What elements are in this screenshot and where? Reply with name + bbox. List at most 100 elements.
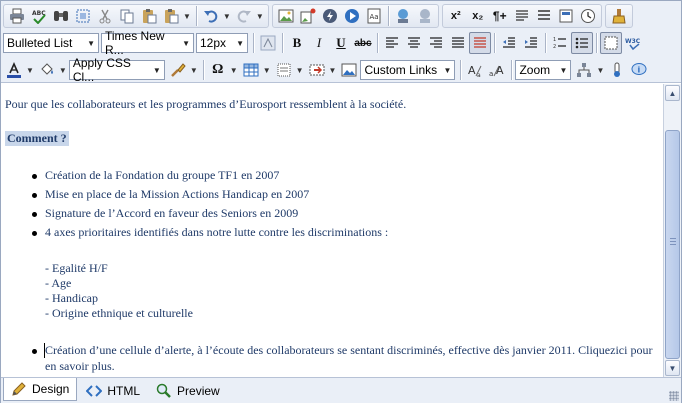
insert-form-element-button[interactable]	[273, 59, 295, 81]
bold-button[interactable]: B	[286, 32, 308, 54]
hyperlink-manager-button[interactable]	[392, 5, 414, 27]
paste-button[interactable]	[138, 5, 160, 27]
undo-button[interactable]	[200, 5, 222, 27]
insert-table-button[interactable]	[240, 59, 262, 81]
preview-mode-tab[interactable]: Preview	[149, 380, 227, 402]
scroll-up-button[interactable]: ▲	[665, 85, 680, 101]
print-button[interactable]	[6, 5, 28, 27]
separator	[494, 33, 495, 53]
separator	[511, 60, 513, 80]
select-all-button[interactable]	[72, 5, 94, 27]
flash-manager-button[interactable]	[319, 5, 341, 27]
xhtml-validator-button[interactable]: W3C	[622, 32, 644, 54]
format-block-button[interactable]	[533, 5, 555, 27]
editor-content[interactable]: Pour que les collaborateurs et les progr…	[1, 84, 663, 377]
html-mode-label: HTML	[107, 383, 141, 398]
convert-to-lower-button[interactable]: aA	[486, 59, 508, 81]
html-mode-tab[interactable]: HTML	[79, 380, 147, 402]
chevron-down-icon[interactable]: ▼	[190, 66, 198, 75]
new-paragraph-button[interactable]: ¶+	[489, 5, 511, 27]
italic-button[interactable]: I	[308, 32, 330, 54]
numbered-list-icon: 12	[553, 37, 566, 50]
background-color-button[interactable]	[36, 59, 58, 81]
sub-list-item: - Origine ethnique et culturelle	[45, 306, 193, 320]
chevron-down-icon[interactable]: ▼	[329, 66, 337, 75]
font-name-select[interactable]: Times New R... ▼	[101, 29, 194, 57]
justify-none-button[interactable]	[469, 32, 491, 54]
numbered-list-button[interactable]: 12	[549, 32, 571, 54]
scroll-down-button[interactable]: ▼	[665, 360, 680, 376]
zoom-select[interactable]: Zoom ▼	[515, 60, 572, 80]
foreground-color-button[interactable]	[3, 59, 25, 81]
font-size-select[interactable]: 12px ▼	[196, 33, 248, 53]
pilcrow-icon: ¶+	[492, 9, 507, 23]
find-button[interactable]	[50, 5, 72, 27]
custom-links-select[interactable]: Custom Links ▼	[360, 60, 456, 80]
link-globe-icon	[397, 9, 408, 23]
css-class-select[interactable]: Apply CSS Cl... ▼	[68, 56, 165, 84]
module-manager-button[interactable]	[555, 5, 577, 27]
remove-link-button[interactable]	[414, 5, 436, 27]
superscript-button[interactable]: x²	[445, 5, 467, 27]
chevron-down-icon[interactable]: ▼	[263, 66, 271, 75]
vertical-scrollbar[interactable]: ▲ ▼	[663, 84, 681, 377]
toolbar-row-1: ABC ▼ ▼ ▼ Aa x² x₂ ¶+	[3, 3, 636, 29]
cut-button[interactable]	[94, 5, 116, 27]
paragraph-format-button[interactable]	[511, 5, 533, 27]
design-mode-tab[interactable]: Design	[3, 378, 78, 401]
paste-options-button[interactable]	[160, 5, 182, 27]
chevron-down-icon[interactable]: ▼	[596, 66, 604, 75]
align-right-button[interactable]	[425, 32, 447, 54]
align-left-button[interactable]	[381, 32, 403, 54]
chevron-down-icon[interactable]: ▼	[230, 66, 238, 75]
insert-date-button[interactable]	[577, 5, 599, 27]
separator	[253, 33, 254, 53]
resize-grip-icon[interactable]	[669, 391, 679, 401]
paint-bucket-icon	[41, 63, 53, 75]
align-center-button[interactable]	[403, 32, 425, 54]
insert-symbol-button[interactable]: Ω	[207, 59, 229, 81]
form-element-icon	[277, 63, 291, 77]
chevron-down-icon[interactable]: ▼	[223, 12, 231, 21]
copy-button[interactable]	[116, 5, 138, 27]
page-properties-button[interactable]	[606, 59, 628, 81]
help-button[interactable]: i	[628, 59, 650, 81]
paragraph-style-select[interactable]: Bulleted List ▼	[3, 33, 99, 53]
help-bubble-icon: i	[631, 63, 647, 75]
pencil-icon	[12, 382, 26, 396]
image-manager-button[interactable]	[275, 5, 297, 27]
justify-button[interactable]	[447, 32, 469, 54]
convert-to-upper-button[interactable]: Aa	[464, 59, 486, 81]
chevron-down-icon[interactable]: ▼	[183, 12, 191, 21]
spellcheck-button[interactable]: ABC	[28, 5, 50, 27]
redo-icon	[237, 10, 251, 23]
list-item-continuation: en savoir plus.	[45, 359, 115, 373]
image-map-button[interactable]	[338, 59, 360, 81]
flash-icon	[322, 9, 337, 23]
indent-button[interactable]	[520, 32, 542, 54]
strikethrough-button[interactable]: abc	[352, 32, 374, 54]
text-caret	[44, 343, 45, 358]
format-stripper-button[interactable]	[608, 5, 630, 27]
template-manager-button[interactable]: Aa	[363, 5, 385, 27]
insert-snippet-button[interactable]	[306, 59, 328, 81]
chevron-down-icon[interactable]: ▼	[26, 66, 34, 75]
separator	[387, 6, 389, 26]
redo-button[interactable]	[233, 5, 255, 27]
chevron-down-icon[interactable]: ▼	[296, 66, 304, 75]
list-item: Création d’une cellule d’alerte, à l’éco…	[31, 343, 653, 357]
bulleted-list-button[interactable]	[571, 32, 593, 54]
format-brush-button[interactable]	[167, 59, 189, 81]
subscript-button[interactable]: x₂	[467, 5, 489, 27]
document-manager-button[interactable]	[297, 5, 319, 27]
scroll-thumb[interactable]	[665, 130, 680, 359]
real-font-size-button[interactable]	[257, 32, 279, 54]
media-manager-button[interactable]	[341, 5, 363, 27]
toggle-borders-button[interactable]	[600, 32, 622, 54]
chevron-down-icon[interactable]: ▼	[256, 12, 264, 21]
module-options-button[interactable]	[573, 59, 595, 81]
chevron-down-icon: ▼	[182, 38, 190, 48]
outdent-button[interactable]	[498, 32, 520, 54]
underline-button[interactable]: U	[330, 32, 352, 54]
chevron-down-icon[interactable]: ▼	[59, 66, 67, 75]
